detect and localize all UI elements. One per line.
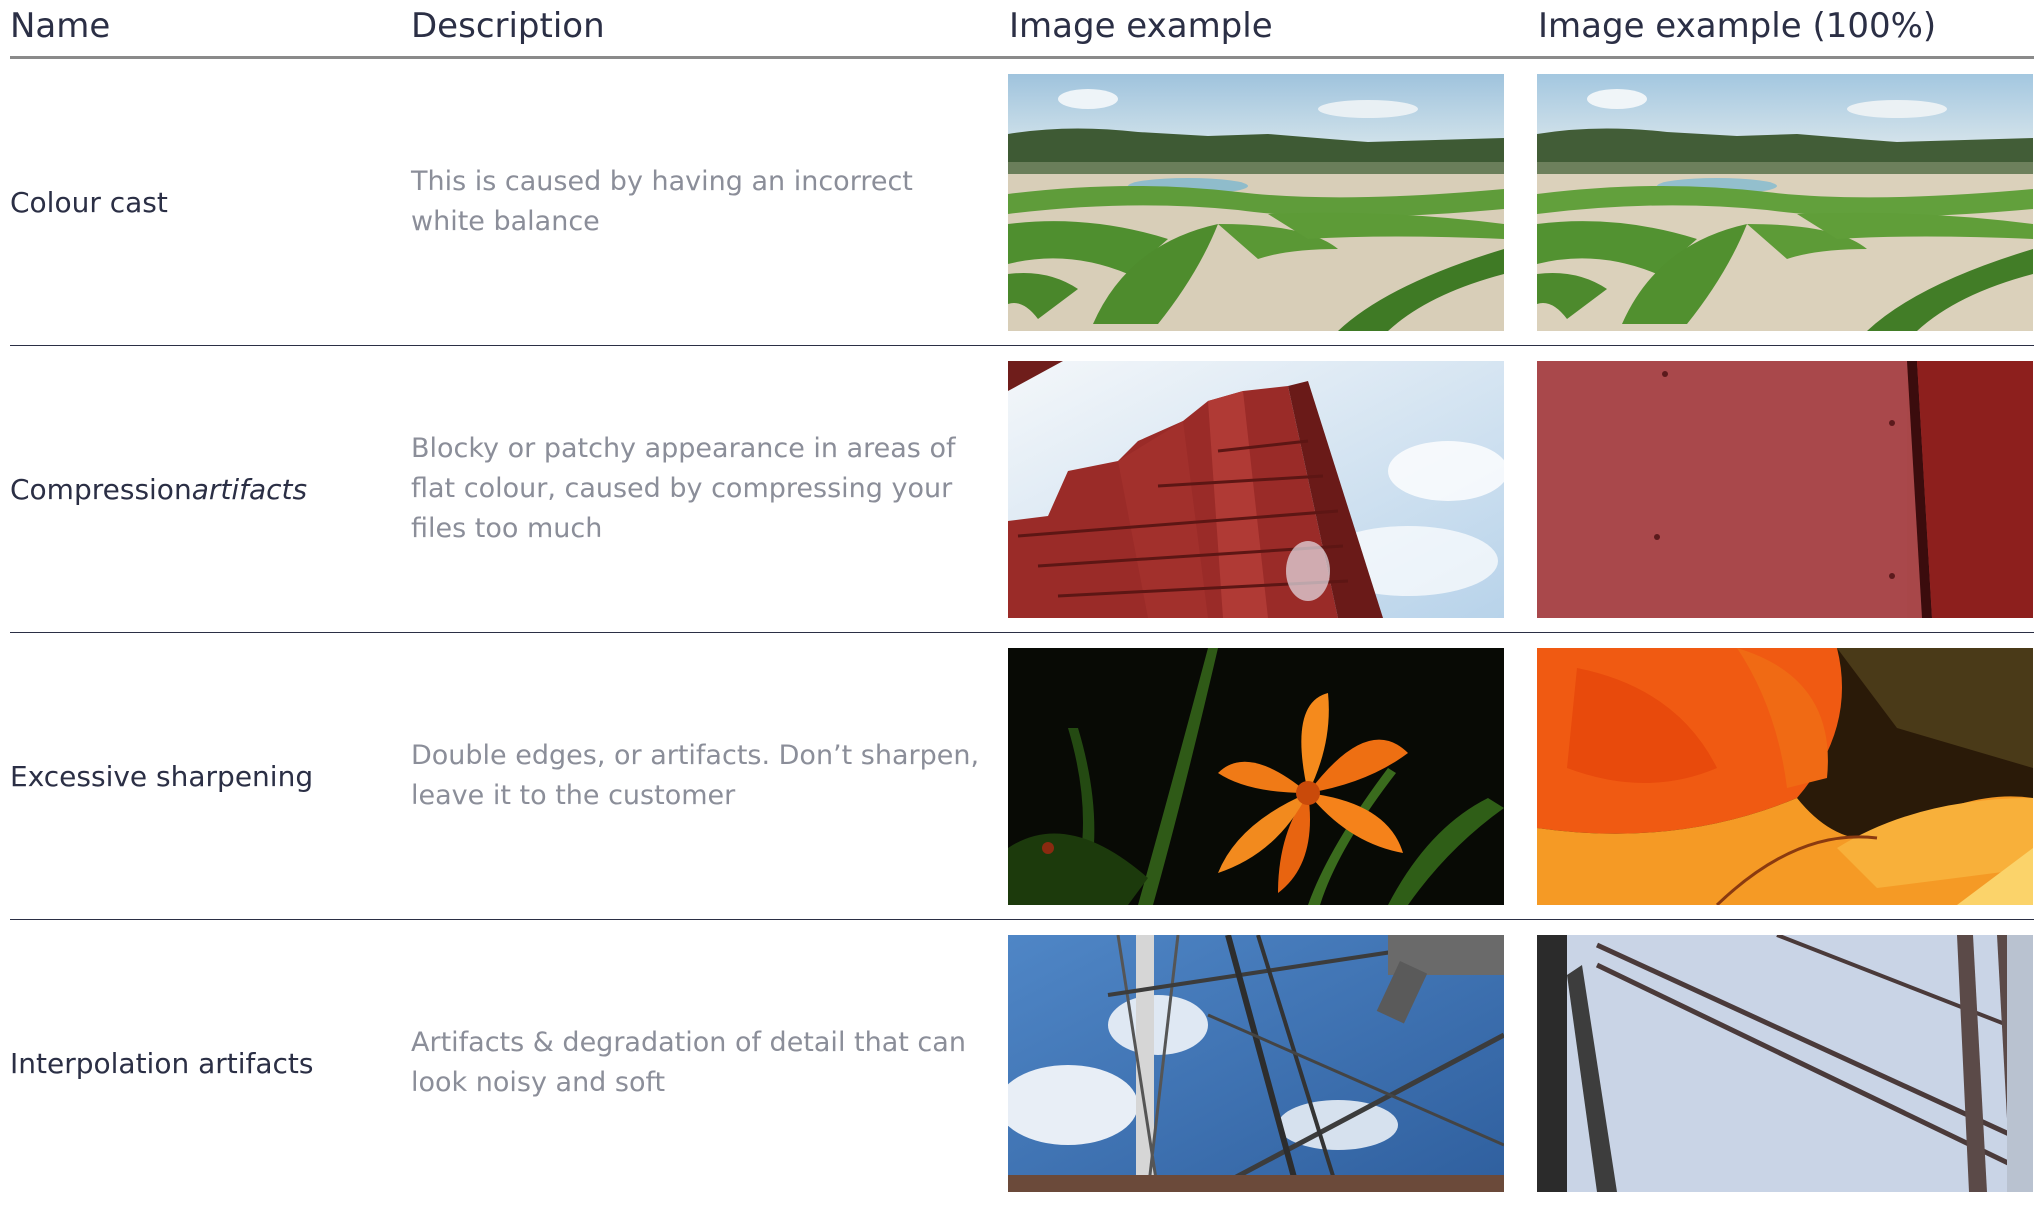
header-image-example: Image example bbox=[1009, 6, 1273, 46]
image-example-glass-roof bbox=[1008, 935, 1504, 1192]
image-example-100-glass-roof bbox=[1537, 935, 2033, 1192]
row-name-text: Excessive sharpening bbox=[10, 759, 314, 793]
glass-roof-picture bbox=[1008, 935, 1504, 1192]
image-example-100-garden bbox=[1537, 74, 2033, 331]
table-row: Interpolation artifacts Artifacts & degr… bbox=[10, 920, 2034, 1206]
table-row: Compression artifacts Blocky or patchy a… bbox=[10, 346, 2034, 633]
row-description: This is caused by having an incorrect wh… bbox=[411, 166, 913, 237]
header-image-example-100: Image example (100%) bbox=[1538, 6, 1937, 46]
row-name: Compression artifacts bbox=[10, 346, 390, 632]
glass-roof-100-picture bbox=[1537, 935, 2033, 1192]
image-example-garden bbox=[1008, 74, 1504, 331]
row-name: Colour cast bbox=[10, 59, 390, 345]
table-header: Name Description Image example Image exa… bbox=[10, 0, 2034, 59]
image-example-100-building bbox=[1537, 361, 2033, 618]
garden-100-picture bbox=[1537, 74, 2033, 331]
image-example-lily bbox=[1008, 648, 1504, 905]
image-issues-table: Name Description Image example Image exa… bbox=[10, 0, 2034, 1206]
row-description: Blocky or patchy appearance in areas of … bbox=[411, 433, 956, 544]
table-row: Colour cast This is caused by having an … bbox=[10, 59, 2034, 346]
row-name-italic: artifacts bbox=[191, 472, 308, 506]
building-100-picture bbox=[1537, 361, 2033, 618]
row-name: Interpolation artifacts bbox=[10, 920, 390, 1206]
garden-picture bbox=[1008, 74, 1504, 331]
row-name-text: Colour cast bbox=[10, 185, 168, 219]
row-name-text: Interpolation artifacts bbox=[10, 1046, 314, 1080]
row-name: Excessive sharpening bbox=[10, 633, 390, 919]
header-description: Description bbox=[411, 6, 605, 46]
header-name: Name bbox=[10, 6, 111, 46]
image-example-100-lily bbox=[1537, 648, 2033, 905]
lily-100-picture bbox=[1537, 648, 2033, 905]
table-row: Excessive sharpening Double edges, or ar… bbox=[10, 633, 2034, 920]
row-description: Double edges, or artifacts. Don’t sharpe… bbox=[411, 740, 980, 811]
building-picture bbox=[1008, 361, 1504, 618]
lily-picture bbox=[1008, 648, 1504, 905]
image-example-building bbox=[1008, 361, 1504, 618]
row-name-text: Compression bbox=[10, 472, 192, 506]
row-description: Artifacts & degradation of detail that c… bbox=[411, 1027, 966, 1098]
